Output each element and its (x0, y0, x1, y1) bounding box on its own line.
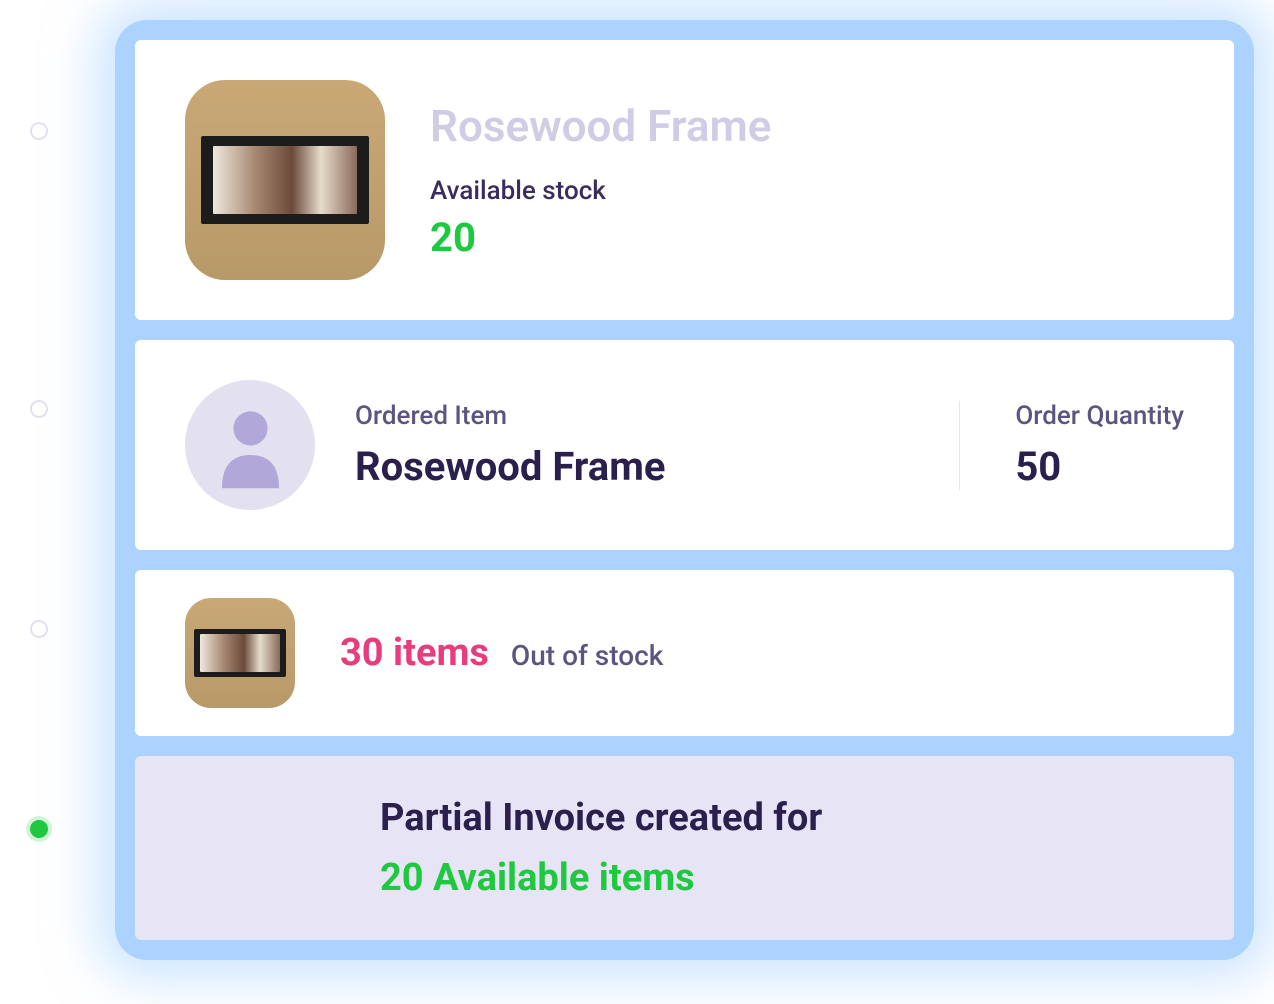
shortage-card: 30 items Out of stock (135, 570, 1234, 736)
invoice-info: Partial Invoice created for 20 Available… (380, 796, 822, 900)
invoice-title: Partial Invoice created for (380, 796, 822, 840)
person-icon (203, 398, 298, 493)
timeline-dot-active (30, 820, 48, 838)
order-quantity-col: Order Quantity 50 (959, 401, 1184, 490)
cards-container: Rosewood Frame Available stock 20 Ordere… (115, 20, 1254, 960)
customer-avatar (185, 380, 315, 510)
product-title: Rosewood Frame (430, 100, 1184, 152)
order-quantity-value: 50 (1015, 443, 1184, 490)
shortage-info: 30 items Out of stock (340, 631, 663, 675)
product-stock-card: Rosewood Frame Available stock 20 (135, 40, 1234, 320)
stock-label: Available stock (430, 176, 1184, 206)
timeline-dot (30, 122, 48, 140)
ordered-item-value: Rosewood Frame (355, 443, 919, 490)
order-card: Ordered Item Rosewood Frame Order Quanti… (135, 340, 1234, 550)
timeline-dot (30, 400, 48, 418)
order-details: Ordered Item Rosewood Frame Order Quanti… (355, 401, 1184, 490)
product-image (185, 80, 385, 280)
product-info: Rosewood Frame Available stock 20 (430, 100, 1184, 261)
ordered-item-label: Ordered Item (355, 401, 919, 431)
order-quantity-label: Order Quantity (1015, 401, 1184, 431)
shortage-status: Out of stock (511, 639, 663, 672)
invoice-items: 20 Available items (380, 856, 822, 900)
ordered-item-col: Ordered Item Rosewood Frame (355, 401, 919, 490)
timeline-dot (30, 620, 48, 638)
invoice-card: Partial Invoice created for 20 Available… (135, 756, 1234, 940)
shortage-count: 30 items (340, 631, 489, 675)
stock-value: 20 (430, 214, 1184, 261)
product-image-small (185, 598, 295, 708)
